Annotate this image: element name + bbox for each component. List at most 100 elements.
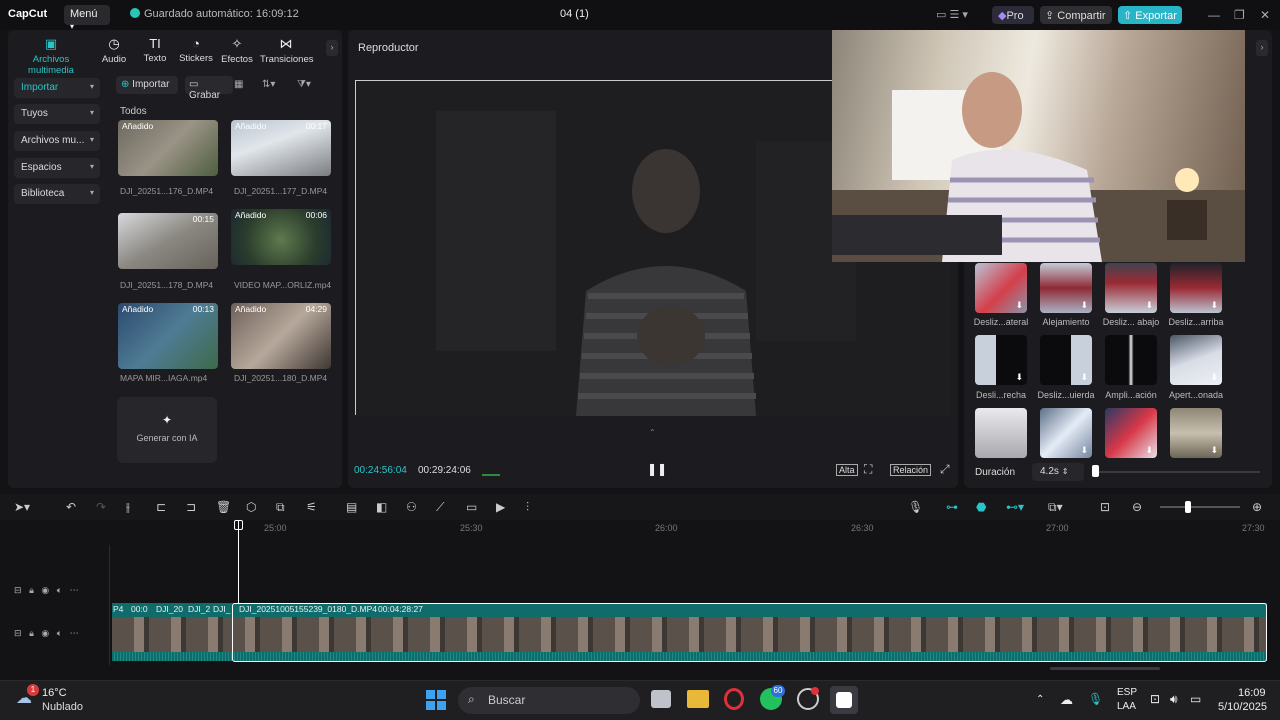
- duration-slider[interactable]: [1096, 471, 1260, 473]
- eye-icon[interactable]: ◉: [41, 628, 49, 638]
- record-button[interactable]: ▭ Grabar: [185, 76, 233, 101]
- transition-thumbnail[interactable]: ⬇: [1040, 335, 1092, 385]
- tab-transitions[interactable]: ⋈ Transiciones: [260, 36, 314, 65]
- transition-thumbnail[interactable]: ⬇: [1170, 408, 1222, 458]
- lock-icon[interactable]: 🔒︎: [29, 585, 34, 595]
- transition-thumbnail[interactable]: ⬇: [1040, 263, 1092, 313]
- volume-tray-icon[interactable]: 🔊︎: [1170, 692, 1178, 707]
- track-toggle-icon[interactable]: ⊟: [14, 585, 22, 595]
- select-tool-icon[interactable]: ➤▾: [14, 500, 30, 514]
- zoom-slider-handle[interactable]: [1185, 501, 1191, 513]
- lock-icon[interactable]: 🔒︎: [29, 628, 34, 638]
- undo-icon[interactable]: ↶: [66, 500, 76, 514]
- capcut-taskbar-icon[interactable]: [830, 686, 858, 714]
- media-thumbnail[interactable]: Añadido 00:13: [118, 303, 218, 369]
- weather-desc[interactable]: Nublado: [42, 701, 83, 713]
- focus-icon[interactable]: ⛶: [864, 462, 872, 477]
- project-title[interactable]: 04 (1): [560, 8, 589, 20]
- weather-temp[interactable]: 16°C: [42, 687, 67, 699]
- zoom-fit-icon[interactable]: ⊡: [1100, 500, 1110, 514]
- magic-icon[interactable]: ⟋: [436, 500, 444, 515]
- mic-tray-icon[interactable]: 🎙: [1088, 692, 1103, 706]
- lang-layout[interactable]: LAA: [1117, 701, 1136, 712]
- transition-thumbnail[interactable]: ⬇: [975, 335, 1027, 385]
- layout-icon[interactable]: ▭ ☰ ▾: [936, 8, 968, 21]
- clock-time[interactable]: 16:09: [1238, 687, 1266, 699]
- transition-thumbnail[interactable]: ⬇: [1105, 263, 1157, 313]
- network-icon[interactable]: ⊡: [1150, 692, 1160, 706]
- more-icon[interactable]: ⋯: [70, 628, 79, 638]
- grid-view-icon[interactable]: ▦: [234, 79, 243, 90]
- reframe-icon[interactable]: ▤: [346, 500, 357, 514]
- menu-button[interactable]: Menú ▾: [64, 5, 110, 31]
- transition-thumbnail[interactable]: [975, 408, 1027, 458]
- export-button[interactable]: ⇧ Exportar: [1118, 6, 1182, 24]
- windows-start-icon[interactable]: [425, 689, 447, 711]
- import-button[interactable]: ⊕ Importar: [116, 76, 178, 94]
- duration-stepper[interactable]: 4.2s ⇕: [1032, 463, 1084, 481]
- eye-icon[interactable]: ◉: [41, 585, 49, 595]
- media-thumbnail[interactable]: Añadido 04:29: [231, 303, 331, 369]
- more-icon[interactable]: ⋯: [70, 585, 79, 595]
- link-icon[interactable]: ⊶: [946, 500, 958, 514]
- snap-icon[interactable]: ⊷▾: [1006, 500, 1024, 514]
- mask-icon[interactable]: ⬡: [246, 500, 256, 514]
- minimize-icon[interactable]: —: [1208, 8, 1220, 22]
- sidebar-item-spaces[interactable]: Espacios ▾: [14, 158, 100, 178]
- split-icon[interactable]: ⫲: [126, 500, 130, 515]
- selected-clip-outline[interactable]: [232, 603, 1267, 662]
- tab-media[interactable]: ▣ Archivos multimedia: [10, 36, 92, 76]
- quality-button[interactable]: Alta: [836, 464, 858, 476]
- filter-icon[interactable]: ⧩▾: [297, 79, 311, 90]
- transition-thumbnail[interactable]: [1105, 335, 1157, 385]
- player-handle[interactable]: ⌃: [649, 428, 656, 437]
- tab-audio[interactable]: ◷ Audio: [98, 36, 130, 65]
- retouch-icon[interactable]: ⚇: [406, 500, 417, 514]
- volume-icon[interactable]: 🔈︎: [57, 628, 62, 638]
- media-thumbnail[interactable]: Añadido 00:17: [231, 120, 331, 176]
- onedrive-icon[interactable]: ☁: [1060, 692, 1073, 708]
- transition-thumbnail[interactable]: ⬇: [1170, 335, 1222, 385]
- transition-thumbnail[interactable]: ⬇: [1170, 263, 1222, 313]
- clock-date[interactable]: 5/10/2025: [1218, 701, 1267, 713]
- audio-wave-icon[interactable]: ⫶: [526, 500, 529, 515]
- zoom-in-icon[interactable]: ⊕: [1252, 500, 1262, 514]
- opera-icon[interactable]: [724, 688, 744, 710]
- file-explorer-icon[interactable]: [687, 690, 709, 708]
- zoom-out-icon[interactable]: ⊖: [1132, 500, 1142, 514]
- generate-ai-button[interactable]: ✦ Generar con IA: [117, 397, 217, 463]
- sort-icon[interactable]: ⇅▾: [262, 79, 275, 90]
- fullscreen-icon[interactable]: ⤢: [940, 462, 950, 477]
- media-thumbnail[interactable]: Añadido: [118, 120, 218, 176]
- share-button[interactable]: ⇪ Compartir: [1040, 6, 1112, 24]
- sidebar-item-library[interactable]: Biblioteca ▾: [14, 184, 100, 204]
- duration-slider-handle[interactable]: [1092, 465, 1099, 477]
- mirror-icon[interactable]: ◧: [376, 500, 387, 514]
- tab-stickers[interactable]: ◔ Stickers: [178, 36, 214, 64]
- sidebar-item-import[interactable]: Importar ▾: [14, 78, 100, 98]
- tray-overflow-icon[interactable]: ⌃: [1036, 694, 1044, 705]
- ratio-button[interactable]: Relación: [890, 464, 932, 476]
- speed-icon[interactable]: ▶: [496, 500, 505, 514]
- close-icon[interactable]: ✕: [1260, 8, 1270, 22]
- microphone-icon[interactable]: 🎙: [908, 500, 923, 514]
- hd-icon[interactable]: ▭: [466, 500, 477, 514]
- tabs-next-icon[interactable]: ›: [326, 40, 338, 56]
- taskbar-search[interactable]: ⌕ Buscar: [458, 687, 640, 714]
- maximize-icon[interactable]: ❐: [1234, 8, 1245, 22]
- transition-thumbnail[interactable]: ⬇: [975, 263, 1027, 313]
- pause-icon[interactable]: ❚❚: [647, 462, 667, 476]
- trim-right-icon[interactable]: ⊐: [186, 500, 196, 514]
- transition-thumbnail[interactable]: ⬇: [1040, 408, 1092, 458]
- battery-icon[interactable]: ▭: [1190, 692, 1201, 706]
- sidebar-item-yours[interactable]: Tuyos ▾: [14, 104, 100, 124]
- pro-button[interactable]: ◆Pro: [992, 6, 1034, 24]
- trim-left-icon[interactable]: ⊏: [156, 500, 166, 514]
- magnet-icon[interactable]: ⬣: [976, 500, 986, 514]
- sidebar-item-files[interactable]: Archivos mu... ▾: [14, 131, 100, 151]
- lang-code[interactable]: ESP: [1117, 687, 1137, 698]
- transition-thumbnail[interactable]: ⬇: [1105, 408, 1157, 458]
- timeline-scrollbar[interactable]: [1050, 667, 1160, 670]
- zoom-slider[interactable]: [1160, 506, 1240, 508]
- crop-icon[interactable]: ⧉: [276, 500, 285, 515]
